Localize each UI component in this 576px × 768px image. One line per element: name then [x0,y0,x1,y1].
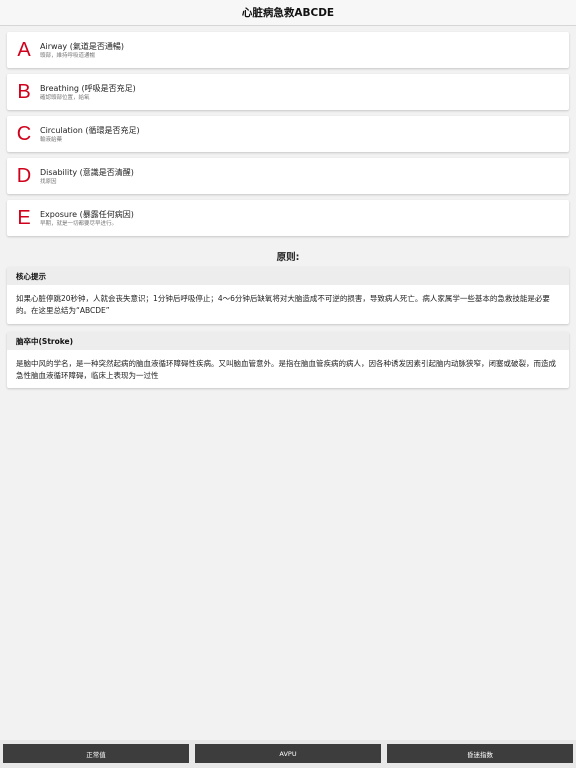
normal-values-button[interactable]: 正常值 [3,744,189,763]
step-title: Disability (意識是否清醒) [40,167,134,177]
info-card-body: 是脑中风的学名，是一种突然起病的脑血液循环障碍性疾病。又叫脑血管意外。是指在脑血… [16,359,556,380]
info-card-body: 如果心脏停跳20秒钟，人就会丧失意识；1分钟后呼吸停止；4～6分钟后缺氧将对大脑… [16,294,550,315]
step-text: Disability (意識是否清醒) 找原因 [40,167,134,186]
abcde-card-disability[interactable]: D Disability (意識是否清醒) 找原因 [7,158,569,194]
app-window: 心脏病急救ABCDE A Airway (氣道是否通暢) 頭部，維持呼吸道通暢 … [0,0,576,768]
step-title: Breathing (呼吸是否充足) [40,83,136,93]
step-letter: E [17,207,31,229]
bottom-toolbar: 正常值 AVPU 昏迷指数 [0,740,576,768]
info-card-title: 脑卒中(Stroke) [7,332,569,350]
principles-heading: 原则: [276,252,300,263]
step-text: Airway (氣道是否通暢) 頭部，維持呼吸道通暢 [40,41,124,60]
step-letter: C [16,123,32,145]
info-card-core-tips: 核心提示 如果心脏停跳20秒钟，人就会丧失意识；1分钟后呼吸停止；4～6分钟后缺… [7,267,569,324]
step-subtitle: 確認頭部位置，給氧 [40,94,90,101]
abcde-card-airway[interactable]: A Airway (氣道是否通暢) 頭部，維持呼吸道通暢 [7,32,569,68]
step-letter: D [16,165,32,187]
abcde-card-exposure[interactable]: E Exposure (暴露任何病因) 早期，就是一切都要尽早进行。 [7,200,569,236]
step-letter: B [17,81,31,103]
step-text: Exposure (暴露任何病因) 早期，就是一切都要尽早进行。 [40,209,134,228]
step-subtitle: 找原因 [40,178,57,185]
step-text: Breathing (呼吸是否充足) 確認頭部位置，給氧 [40,83,136,102]
info-card-stroke: 脑卒中(Stroke) 是脑中风的学名，是一种突然起病的脑血液循环障碍性疾病。又… [7,332,569,388]
info-card-title: 核心提示 [7,267,569,285]
step-subtitle: 頭部，維持呼吸道通暢 [40,52,96,59]
abcde-card-breathing[interactable]: B Breathing (呼吸是否充足) 確認頭部位置，給氧 [7,74,569,110]
step-title: Circulation (循環是否充足) [40,125,140,135]
coma-scale-button[interactable]: 昏迷指数 [387,744,573,763]
page-title: 心脏病急救ABCDE [241,7,335,19]
step-subtitle: 輸液給藥 [40,136,63,143]
step-title: Exposure (暴露任何病因) [40,209,134,219]
avpu-button[interactable]: AVPU [195,744,381,763]
step-subtitle: 早期，就是一切都要尽早进行。 [40,220,118,227]
step-title: Airway (氣道是否通暢) [40,41,124,51]
navigation-bar: 心脏病急救ABCDE [0,0,576,26]
content-scroll-area[interactable]: A Airway (氣道是否通暢) 頭部，維持呼吸道通暢 B Breathing… [0,26,576,740]
step-text: Circulation (循環是否充足) 輸液給藥 [40,125,140,144]
step-letter: A [17,39,31,61]
abcde-card-circulation[interactable]: C Circulation (循環是否充足) 輸液給藥 [7,116,569,152]
